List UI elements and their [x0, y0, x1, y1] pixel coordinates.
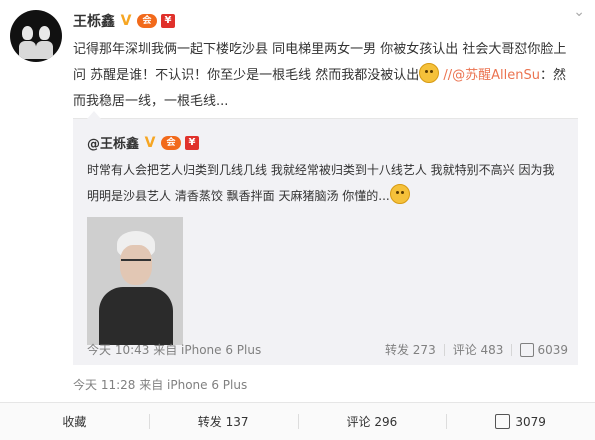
repost-label: 转发 137 [197, 415, 249, 429]
member-icon[interactable]: 会 [161, 135, 182, 150]
smile-emoji-icon [389, 184, 410, 204]
favorite-button[interactable]: 收藏 [0, 403, 149, 440]
mention-link[interactable]: //@苏醒AllenSu [443, 68, 540, 83]
repost-meta[interactable]: 今天 10:43 来自 iPhone 6 Plus [87, 341, 261, 358]
member-icon[interactable]: 会 [137, 14, 157, 28]
chevron-down-icon[interactable]: ⌄ [573, 4, 585, 20]
comment-button[interactable]: 评论 296 [297, 403, 447, 440]
repost-author[interactable]: @王栎鑫 [87, 133, 139, 152]
avatar[interactable] [10, 10, 62, 62]
action-bar: 收藏 转发 137 评论 296 3079 [0, 402, 595, 440]
repost-box: @王栎鑫 V 会 ¥ 时常有人会把艺人归类到几线几线 我就经常被归类到十八线艺人… [73, 111, 578, 365]
verified-v-icon[interactable]: V [143, 136, 157, 150]
repost-author-row: @王栎鑫 V 会 ¥ [87, 133, 200, 152]
repost-like-count[interactable]: 6039 [537, 343, 568, 357]
thumb-up-icon[interactable] [520, 342, 535, 357]
repost-body: 时常有人会把艺人归类到几线几线 我就经常被归类到十八线艺人 我就特别不高兴 因为… [87, 157, 557, 209]
repost-repost-count[interactable]: 转发 273 [385, 341, 436, 358]
red-badge-icon[interactable]: ¥ [161, 14, 175, 28]
repost-comment-count[interactable]: 评论 483 [453, 341, 504, 358]
repost-button[interactable]: 转发 137 [148, 403, 298, 440]
repost-body-text: 时常有人会把艺人归类到几线几线 我就经常被归类到十八线艺人 我就特别不高兴 因为… [87, 163, 555, 203]
repost-photo[interactable] [87, 217, 183, 345]
author-name[interactable]: 王栎鑫 [73, 11, 115, 31]
like-count: 3079 [515, 414, 546, 429]
comment-label: 评论 296 [346, 415, 398, 429]
author-row: 王栎鑫 V 会 ¥ [73, 11, 175, 31]
favorite-label: 收藏 [62, 415, 87, 429]
verified-v-icon[interactable]: V [119, 14, 133, 28]
like-button[interactable]: 3079 [446, 403, 595, 440]
thumb-up-icon [495, 414, 511, 429]
frown-emoji-icon [419, 63, 440, 83]
repost-stats: 转发 273 评论 483 6039 [385, 341, 568, 358]
post-body: 记得那年深圳我俩一起下楼吃沙县 同电梯里两女一男 你被女孩认出 社会大哥怼你脸上… [73, 37, 578, 115]
red-badge-icon[interactable]: ¥ [185, 135, 200, 150]
post-meta[interactable]: 今天 11:28 来自 iPhone 6 Plus [73, 376, 247, 393]
weibo-post-card: 王栎鑫 V 会 ¥ ⌄ 记得那年深圳我俩一起下楼吃沙县 同电梯里两女一男 你被女… [0, 0, 595, 440]
